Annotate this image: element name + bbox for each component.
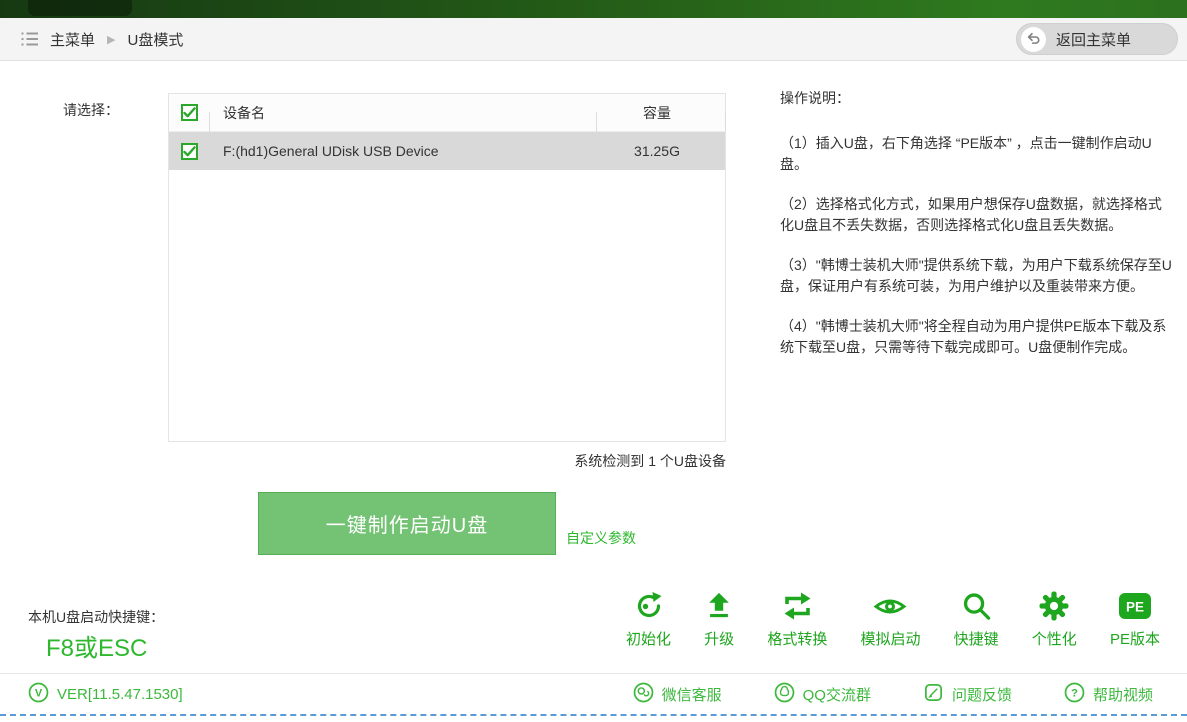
toolbar-item-pe-version[interactable]: PE PE版本 bbox=[1110, 588, 1160, 649]
hotkey-value: F8或ESC bbox=[46, 628, 147, 663]
back-button-label: 返回主菜单 bbox=[1056, 29, 1131, 50]
version-text: VER[11.5.47.1530] bbox=[57, 686, 183, 703]
upgrade-icon bbox=[704, 588, 734, 622]
breadcrumb-current: U盘模式 bbox=[127, 29, 183, 50]
toolbar-label: 快捷键 bbox=[954, 628, 999, 649]
toolbar-label: 升级 bbox=[704, 628, 734, 649]
toolbar-item-simulate[interactable]: 模拟启动 bbox=[860, 588, 920, 649]
breadcrumb: 主菜单 ▶ U盘模式 返回主菜单 bbox=[0, 18, 1187, 61]
breadcrumb-root[interactable]: 主菜单 bbox=[50, 29, 95, 50]
help-icon: ? bbox=[1064, 682, 1085, 706]
instruction-step-2: （2）选择格式化方式，如果用户想保存U盘数据，就选择格式化U盘且不丢失数据，否则… bbox=[780, 194, 1172, 236]
qq-icon bbox=[774, 682, 795, 706]
device-capacity-cell: 31.25G bbox=[596, 143, 718, 159]
device-row[interactable]: F:(hd1)General UDisk USB Device 31.25G bbox=[169, 132, 725, 170]
toolbar-label: 个性化 bbox=[1032, 628, 1077, 649]
bottom-dashed-border bbox=[0, 714, 1187, 716]
back-to-main-menu-button[interactable]: 返回主菜单 bbox=[1016, 23, 1178, 55]
toolbar-item-upgrade[interactable]: 升级 bbox=[704, 588, 734, 649]
select-all-checkbox[interactable] bbox=[181, 104, 198, 121]
instructions-title: 操作说明： bbox=[780, 88, 1172, 109]
help-video-link[interactable]: ? 帮助视频 bbox=[1064, 682, 1153, 706]
custom-params-link[interactable]: 自定义参数 bbox=[566, 528, 636, 548]
hotkey-label: 本机U盘启动快捷键： bbox=[28, 607, 164, 627]
menu-list-icon bbox=[20, 29, 40, 49]
status-link-label: 问题反馈 bbox=[952, 684, 1012, 705]
status-link-label: 帮助视频 bbox=[1093, 684, 1153, 705]
top-banner bbox=[0, 0, 1187, 18]
instruction-step-3: （3）"韩博士装机大师"提供系统下载，为用户下载系统保存至U盘，保证用户有系统可… bbox=[780, 255, 1172, 297]
column-header-capacity[interactable]: 容量 bbox=[596, 103, 718, 123]
device-checkbox[interactable] bbox=[181, 143, 198, 160]
wechat-icon bbox=[633, 682, 654, 706]
wechat-support-link[interactable]: 微信客服 bbox=[633, 682, 722, 706]
select-label: 请选择： bbox=[63, 100, 119, 120]
qq-group-link[interactable]: QQ交流群 bbox=[774, 682, 871, 706]
svg-text:V: V bbox=[35, 688, 43, 700]
chevron-right-icon: ▶ bbox=[107, 33, 115, 46]
make-boot-usb-button[interactable]: 一键制作启动U盘 bbox=[258, 492, 556, 555]
convert-icon bbox=[781, 588, 814, 622]
toolbar-label: 模拟启动 bbox=[860, 628, 920, 649]
version-info[interactable]: V VER[11.5.47.1530] bbox=[28, 682, 183, 706]
column-header-device-name[interactable]: 设备名 bbox=[209, 103, 596, 123]
return-arrow-icon bbox=[1021, 27, 1046, 52]
device-name-cell: F:(hd1)General UDisk USB Device bbox=[209, 143, 596, 159]
eye-icon bbox=[873, 588, 907, 622]
instruction-step-4: （4）"韩博士装机大师"将全程自动为用户提供PE版本下载及系统下载至U盘，只需等… bbox=[780, 316, 1172, 358]
table-header-row: 设备名 容量 bbox=[169, 94, 725, 132]
status-links: 微信客服 QQ交流群 问题反馈 bbox=[633, 682, 1153, 706]
status-link-label: 微信客服 bbox=[662, 684, 722, 705]
search-icon bbox=[961, 588, 992, 622]
status-link-label: QQ交流群 bbox=[803, 684, 871, 705]
instructions-panel: 操作说明： （1）插入U盘，右下角选择 “PE版本” ，点击一键制作启动U盘。 … bbox=[780, 88, 1172, 377]
toolbar-item-hotkey[interactable]: 快捷键 bbox=[954, 588, 999, 649]
status-bar: V VER[11.5.47.1530] 微信客服 QQ交流群 bbox=[0, 673, 1187, 714]
feedback-link[interactable]: 问题反馈 bbox=[923, 682, 1012, 706]
feedback-icon bbox=[923, 682, 944, 706]
toolbar-label: PE版本 bbox=[1110, 628, 1160, 649]
toolbar-item-convert[interactable]: 格式转换 bbox=[767, 588, 827, 649]
pe-badge-icon: PE bbox=[1118, 588, 1152, 622]
reset-icon bbox=[633, 588, 665, 622]
svg-text:PE: PE bbox=[1126, 600, 1144, 615]
gear-icon bbox=[1038, 588, 1070, 622]
bottom-toolbar: 初始化 升级 格式转换 模拟启动 bbox=[626, 588, 1160, 649]
svg-text:?: ? bbox=[1071, 688, 1078, 700]
toolbar-item-initialize[interactable]: 初始化 bbox=[626, 588, 671, 649]
instruction-step-1: （1）插入U盘，右下角选择 “PE版本” ，点击一键制作启动U盘。 bbox=[780, 133, 1172, 175]
banner-tab bbox=[28, 0, 132, 16]
toolbar-label: 格式转换 bbox=[767, 628, 827, 649]
version-icon: V bbox=[28, 682, 49, 706]
device-table: 设备名 容量 F:(hd1)General UDisk USB Device 3… bbox=[168, 93, 726, 442]
detection-status-text: 系统检测到 1 个U盘设备 bbox=[168, 451, 726, 471]
toolbar-item-personalize[interactable]: 个性化 bbox=[1032, 588, 1077, 649]
toolbar-label: 初始化 bbox=[626, 628, 671, 649]
